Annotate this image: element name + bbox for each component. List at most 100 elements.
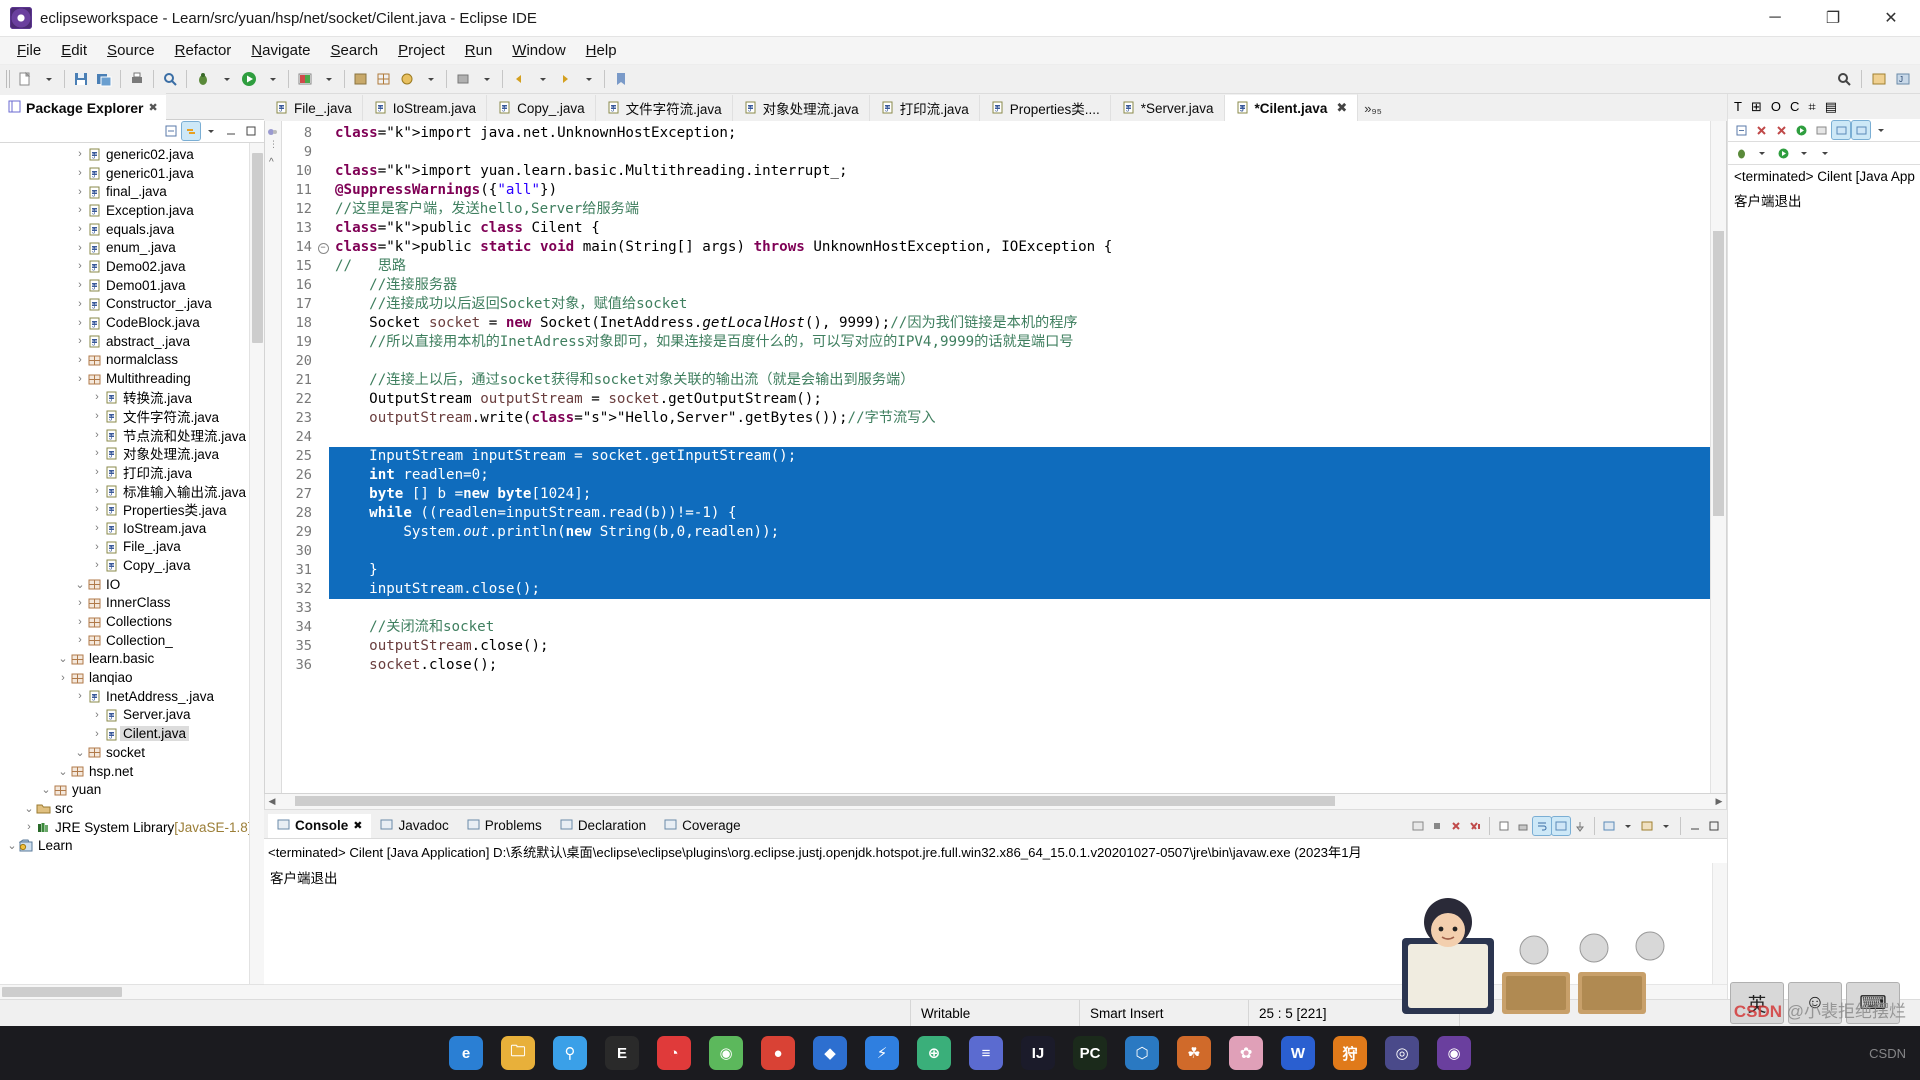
new-dropdown-icon[interactable] — [37, 68, 59, 90]
minimize-console-icon[interactable] — [1686, 817, 1704, 835]
coverage-icon[interactable] — [294, 68, 316, 90]
fold-collapse-icon[interactable]: − — [317, 238, 329, 257]
taskbar-intellij-icon[interactable]: IJ — [1021, 1036, 1055, 1070]
right-tab-2[interactable]: O — [1771, 99, 1781, 114]
clear-console-icon[interactable] — [1495, 817, 1513, 835]
tree-item-java[interactable]: › J 节点流和处理流.java — [0, 425, 264, 444]
chevron-right-icon[interactable]: › — [91, 522, 103, 534]
taskbar-vscode-icon[interactable]: ⬡ — [1125, 1036, 1159, 1070]
tree-item-serverjava[interactable]: › J Server.java — [0, 706, 264, 725]
chevron-right-icon[interactable]: › — [74, 242, 86, 254]
console-tab-problems[interactable]: Problems — [458, 814, 551, 838]
chevron-right-icon[interactable]: › — [74, 148, 86, 160]
editor-tab-cilentjava[interactable]: J *Cilent.java ✖ — [1224, 94, 1359, 121]
chevron-right-icon[interactable]: › — [74, 298, 86, 310]
tab-package-explorer[interactable]: Package Explorer ✖ — [0, 93, 166, 120]
new-java-project-icon[interactable] — [350, 68, 372, 90]
tree-item-hspnet[interactable]: ⌄ hsp.net — [0, 762, 264, 781]
menu-edit[interactable]: Edit — [52, 39, 96, 62]
tree-vertical-scrollbar[interactable] — [249, 143, 264, 984]
taskbar-green-app-icon[interactable]: ◉ — [709, 1036, 743, 1070]
menu-search[interactable]: Search — [322, 39, 388, 62]
code-line[interactable] — [329, 599, 1710, 618]
code-line[interactable]: byte [] b =new byte[1024]; — [329, 485, 1710, 504]
tree-item-learnbasic[interactable]: ⌄ learn.basic — [0, 650, 264, 669]
menu-project[interactable]: Project — [389, 39, 454, 62]
tree-item-normalclass[interactable]: › normalclass — [0, 351, 264, 370]
taskbar-search-icon[interactable]: ⚲ — [553, 1036, 587, 1070]
tree-item-yuan[interactable]: ⌄ yuan — [0, 780, 264, 799]
chevron-right-icon[interactable]: › — [91, 485, 103, 497]
taskbar-anime-app-icon[interactable]: ✿ — [1229, 1036, 1263, 1070]
code-line[interactable]: //所以直接用本机的InetAdress对象即可，如果连接是百度什么的，可以写对… — [329, 333, 1710, 352]
tree-item-finaljava[interactable]: › Jfinal_.java — [0, 182, 264, 201]
code-line[interactable] — [329, 352, 1710, 371]
code-line[interactable]: while ((readlen=inputStream.read(b))!=-1… — [329, 504, 1710, 523]
chevron-down-icon[interactable]: ⌄ — [74, 578, 86, 591]
forward-icon[interactable] — [554, 68, 576, 90]
display-console-dropdown-icon[interactable] — [1619, 817, 1637, 835]
chevron-right-icon[interactable]: › — [23, 821, 35, 833]
code-line[interactable]: //连接上以后，通过socket获得和socket对象关联的输出流（就是会输出到… — [329, 371, 1710, 390]
taskbar-wegame-icon[interactable]: W — [1281, 1036, 1315, 1070]
taskbar-record-app-icon[interactable]: ◎ — [1385, 1036, 1419, 1070]
bookmark-icon[interactable] — [610, 68, 632, 90]
chevron-right-icon[interactable]: › — [74, 223, 86, 235]
taskbar-blue-app-icon[interactable]: ◆ — [813, 1036, 847, 1070]
open-console-icon[interactable] — [1638, 817, 1656, 835]
show-console-view-icon[interactable] — [1409, 817, 1427, 835]
tree-item-multithreading[interactable]: › Multithreading — [0, 369, 264, 388]
outline-filter-icon[interactable] — [1831, 120, 1851, 140]
editor-tab-overflow[interactable]: »₉₅ — [1358, 95, 1388, 121]
taskbar-clock-app-icon[interactable]: ◔ — [657, 1036, 691, 1070]
word-wrap-icon[interactable] — [1532, 815, 1552, 836]
tree-item-java[interactable]: › J 对象处理流.java — [0, 444, 264, 463]
view-menu-icon[interactable] — [202, 122, 220, 140]
collapse-all-icon[interactable] — [162, 122, 180, 140]
tree-item-generic02java[interactable]: › Jgeneric02.java — [0, 145, 264, 164]
menu-help[interactable]: Help — [577, 39, 626, 62]
debug-view-icon[interactable] — [1732, 144, 1750, 162]
pin-console-icon[interactable] — [1571, 817, 1589, 835]
scroll-left-icon[interactable]: ◀ — [265, 796, 279, 807]
chevron-down-icon[interactable]: ⌄ — [40, 783, 52, 796]
code-line[interactable]: class="k">import yuan.learn.basic.Multit… — [329, 162, 1710, 181]
tree-item-java[interactable]: › J 标准输入输出流.java — [0, 481, 264, 500]
toolbar-grip[interactable] — [6, 70, 11, 88]
open-perspective-icon[interactable] — [1868, 68, 1890, 90]
chevron-right-icon[interactable]: › — [91, 709, 103, 721]
editor-tab-copyjava[interactable]: J Copy_.java — [487, 95, 596, 121]
maximize-view-icon[interactable] — [242, 122, 260, 140]
code-line[interactable] — [329, 542, 1710, 561]
code-line[interactable]: outputStream.close(); — [329, 637, 1710, 656]
chevron-right-icon[interactable]: › — [91, 447, 103, 459]
chevron-down-icon[interactable]: ⌄ — [57, 765, 69, 778]
chevron-right-icon[interactable]: › — [74, 204, 86, 216]
editor-annotation-ruler[interactable]: ⋮ ^ — [265, 121, 282, 793]
tree-item-inetaddressjava[interactable]: › J InetAddress_.java — [0, 687, 264, 706]
taskbar-epic-games-icon[interactable]: E — [605, 1036, 639, 1070]
show-debug-toolbar-icon[interactable] — [1812, 121, 1830, 139]
tree-item-java[interactable]: › J 文件字符流.java — [0, 407, 264, 426]
taskbar-crab-app-icon[interactable]: ☘ — [1177, 1036, 1211, 1070]
print-icon[interactable] — [126, 68, 148, 90]
chevron-right-icon[interactable]: › — [74, 167, 86, 179]
chevron-right-icon[interactable]: › — [74, 335, 86, 347]
chevron-right-icon[interactable]: › — [91, 391, 103, 403]
code-line[interactable]: socket.close(); — [329, 656, 1710, 675]
close-icon[interactable]: ✖ — [353, 819, 362, 832]
show-console-on-output-icon[interactable] — [1551, 815, 1571, 836]
code-line[interactable]: class="k">public class Cilent { — [329, 219, 1710, 238]
minimize-button[interactable]: ─ — [1746, 0, 1804, 36]
chevron-right-icon[interactable]: › — [74, 186, 86, 198]
tree-item-java[interactable]: › J 打印流.java — [0, 463, 264, 482]
tree-item-demo02java[interactable]: › J Demo02.java — [0, 257, 264, 276]
console-horizontal-scrollbar[interactable] — [264, 984, 1727, 999]
maximize-console-icon[interactable] — [1705, 817, 1723, 835]
tree-item-innerclass[interactable]: › InnerClass — [0, 594, 264, 613]
code-line[interactable] — [329, 143, 1710, 162]
tree-item-lanqiao[interactable]: › lanqiao — [0, 668, 264, 687]
right-panel-menu-icon[interactable] — [1872, 121, 1890, 139]
source-editor[interactable]: ⋮ ^ 8 9 10 11 12 13 14 15 16 17 18 19 20 21 22 23 24 25 26… — [264, 121, 1727, 794]
taskbar-folder-explorer-icon[interactable]: 🗀 — [501, 1036, 535, 1070]
